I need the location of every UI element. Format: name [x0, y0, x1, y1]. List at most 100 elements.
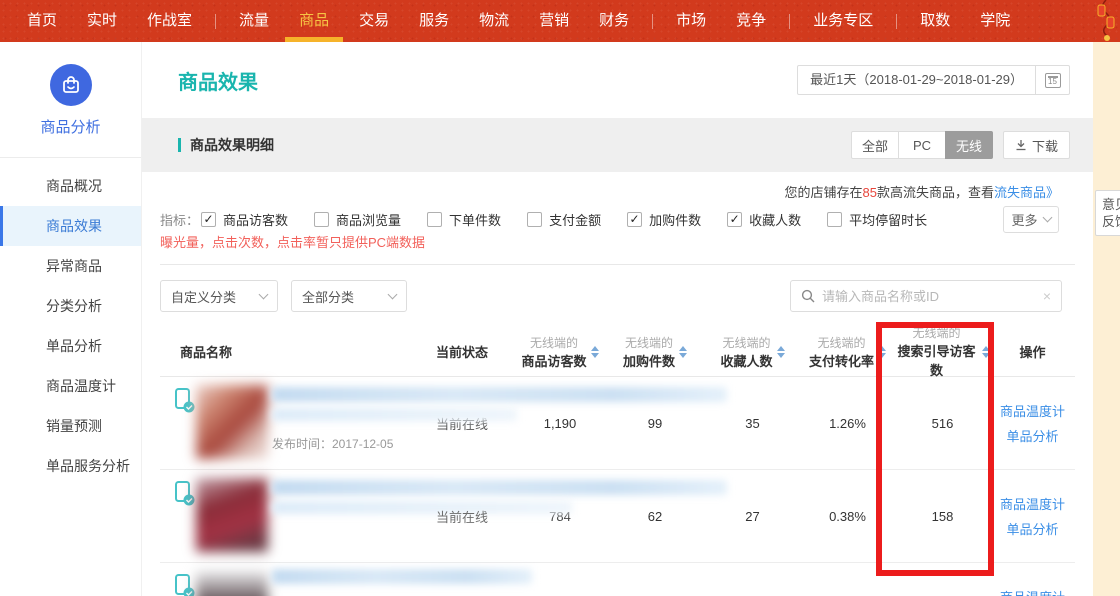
view-wireless-button[interactable]: 无线: [945, 131, 993, 159]
conversion-value: 0.38%: [800, 509, 895, 524]
download-label: 下载: [1032, 136, 1058, 155]
main-panel: 商品效果 最近1天（2018-01-29~2018-01-29） 15 商品效果…: [142, 42, 1093, 596]
table-row[interactable]: 当前在线 784 62 27 0.38% 158 商品温度计 单品分析: [160, 470, 1075, 563]
product-cell: [160, 563, 430, 596]
sidebar-item-sales-forecast[interactable]: 销量预测: [0, 406, 141, 446]
search-visitors-value: 516: [895, 416, 990, 431]
sort-icon[interactable]: [878, 346, 886, 358]
feedback-tab[interactable]: 意见 反馈: [1095, 190, 1120, 236]
search-visitors-value: 158: [895, 509, 990, 524]
product-title-blurred: [272, 387, 727, 402]
sidebar-item-single-product-service[interactable]: 单品服务分析: [0, 446, 141, 486]
checkbox-icon[interactable]: [314, 212, 329, 227]
sidebar-divider: [0, 157, 141, 158]
product-thermometer-link[interactable]: 商品温度计: [1000, 587, 1065, 596]
sort-icon[interactable]: [777, 346, 785, 358]
top-nav: 首页 实时 作战室 流量 商品 交易 服务 物流 营销 财务 市场 竞争 业务专…: [0, 0, 1120, 42]
col-header-conversion: 无线端的 支付转化率: [800, 334, 895, 370]
download-button[interactable]: 下载: [1003, 131, 1070, 159]
more-metrics-button[interactable]: 更多: [1003, 206, 1059, 233]
metric-option-pageviews[interactable]: 商品浏览量: [314, 210, 401, 229]
section-toolbar: 商品效果明细 全部 PC 无线 下载: [142, 118, 1093, 172]
clear-search-icon[interactable]: ×: [1043, 288, 1051, 304]
churn-products-link[interactable]: 流失商品》: [994, 185, 1059, 200]
all-category-dropdown[interactable]: 全部分类: [291, 280, 407, 312]
product-cell: 发布时间：2017-12-05: [160, 377, 430, 469]
date-range-picker[interactable]: 最近1天（2018-01-29~2018-01-29） 15: [797, 65, 1070, 95]
sort-icon[interactable]: [982, 346, 990, 358]
sidebar-item-product-effect[interactable]: 商品效果: [0, 206, 141, 246]
metric-option-orders[interactable]: 下单件数: [427, 210, 501, 229]
sidebar-item-category-analysis[interactable]: 分类分析: [0, 286, 141, 326]
metric-label: 加购件数: [649, 210, 701, 229]
nav-item-product[interactable]: 商品: [284, 0, 344, 42]
nav-item-logistics[interactable]: 物流: [464, 0, 524, 42]
checkbox-icon[interactable]: [527, 212, 542, 227]
nav-item-home[interactable]: 首页: [12, 0, 72, 42]
product-thermometer-link[interactable]: 商品温度计: [1000, 401, 1065, 420]
checkbox-icon[interactable]: [827, 212, 842, 227]
sidebar-item-product-overview[interactable]: 商品概况: [0, 166, 141, 206]
nav-item-academy[interactable]: 学院: [965, 0, 1025, 42]
nav-item-marketing[interactable]: 营销: [524, 0, 584, 42]
col-header-product-name: 商品名称: [160, 342, 430, 361]
visitors-value: 1,190: [515, 416, 605, 431]
nav-separator: [789, 14, 790, 29]
metric-label: 收藏人数: [749, 210, 801, 229]
product-title-blurred: [272, 480, 727, 495]
table-row[interactable]: 商品温度计: [160, 563, 1075, 596]
title-band: 商品效果 最近1天（2018-01-29~2018-01-29） 15: [142, 42, 1093, 118]
nav-item-business-zone[interactable]: 业务专区: [798, 0, 888, 42]
conversion-value: 1.26%: [800, 416, 895, 431]
col-header-visitors: 无线端的 商品访客数: [515, 334, 605, 370]
sidebar-item-single-product-analysis[interactable]: 单品分析: [0, 326, 141, 366]
nav-item-data-extract[interactable]: 取数: [905, 0, 965, 42]
sidebar-item-product-thermometer[interactable]: 商品温度计: [0, 366, 141, 406]
sidebar-section-title: 商品分析: [0, 116, 141, 137]
nav-item-competition[interactable]: 竞争: [721, 0, 781, 42]
checkbox-icon[interactable]: [427, 212, 442, 227]
table-row[interactable]: 发布时间：2017-12-05 当前在线 1,190 99 35 1.26% 5…: [160, 377, 1075, 470]
divider: [160, 264, 1075, 265]
filter-row: 自定义分类 全部分类 ×: [160, 280, 1075, 312]
custom-category-dropdown[interactable]: 自定义分类: [160, 280, 278, 312]
nav-item-finance[interactable]: 财务: [584, 0, 644, 42]
nav-item-traffic[interactable]: 流量: [224, 0, 284, 42]
product-search-box[interactable]: ×: [790, 280, 1062, 312]
chevron-down-icon: [1042, 212, 1052, 222]
nav-item-trade[interactable]: 交易: [344, 0, 404, 42]
metric-option-stay-time[interactable]: 平均停留时长: [827, 210, 927, 229]
calendar-button[interactable]: 15: [1035, 66, 1069, 94]
sort-icon[interactable]: [679, 346, 687, 358]
product-thermometer-link[interactable]: 商品温度计: [1000, 494, 1065, 513]
metric-name: 收藏人数: [720, 351, 772, 370]
single-product-analysis-link[interactable]: 单品分析: [1006, 426, 1058, 445]
product-image-blurred: [196, 478, 268, 552]
more-label: 更多: [1011, 210, 1037, 229]
wireless-device-icon: [174, 387, 196, 415]
single-product-analysis-link[interactable]: 单品分析: [1006, 519, 1058, 538]
nav-item-realtime[interactable]: 实时: [72, 0, 132, 42]
checkbox-icon[interactable]: [201, 212, 216, 227]
nav-item-service[interactable]: 服务: [404, 0, 464, 42]
metric-option-favorites[interactable]: 收藏人数: [727, 210, 801, 229]
checkbox-icon[interactable]: [627, 212, 642, 227]
publish-date: 发布时间：2017-12-05: [272, 435, 393, 452]
metric-option-cart[interactable]: 加购件数: [627, 210, 701, 229]
checkbox-icon[interactable]: [727, 212, 742, 227]
sort-icon[interactable]: [591, 346, 599, 358]
view-all-button[interactable]: 全部: [851, 131, 899, 159]
view-pc-button[interactable]: PC: [898, 131, 946, 159]
metric-label: 平均停留时长: [849, 210, 927, 229]
metric-label: 商品浏览量: [336, 210, 401, 229]
notice-prefix: 您的店铺存在: [784, 185, 862, 200]
metric-option-payment[interactable]: 支付金额: [527, 210, 601, 229]
nav-item-war-room[interactable]: 作战室: [132, 0, 207, 42]
search-input[interactable]: [822, 289, 1043, 304]
sidebar-item-abnormal-products[interactable]: 异常商品: [0, 246, 141, 286]
right-edge-strip: [1093, 42, 1120, 596]
page-title: 商品效果: [178, 66, 258, 95]
section-accent-bar: [178, 138, 181, 152]
nav-item-market[interactable]: 市场: [661, 0, 721, 42]
metric-option-visitors[interactable]: 商品访客数: [201, 210, 288, 229]
